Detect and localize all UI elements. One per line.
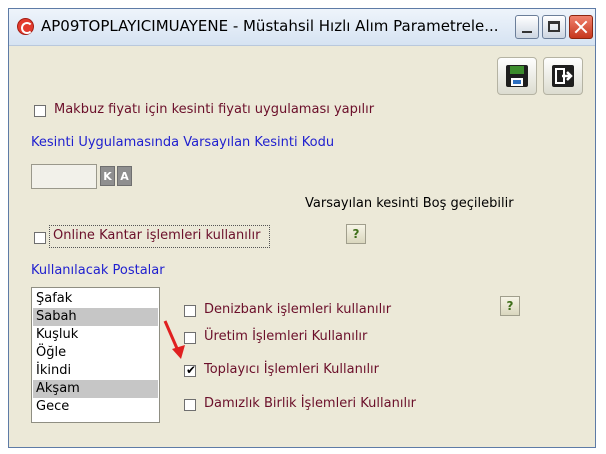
annotation-arrow-icon (163, 320, 185, 359)
dialog-window: AP09TOPLAYICIMUAYENE - Müstahsil Hızlı A… (8, 8, 596, 448)
